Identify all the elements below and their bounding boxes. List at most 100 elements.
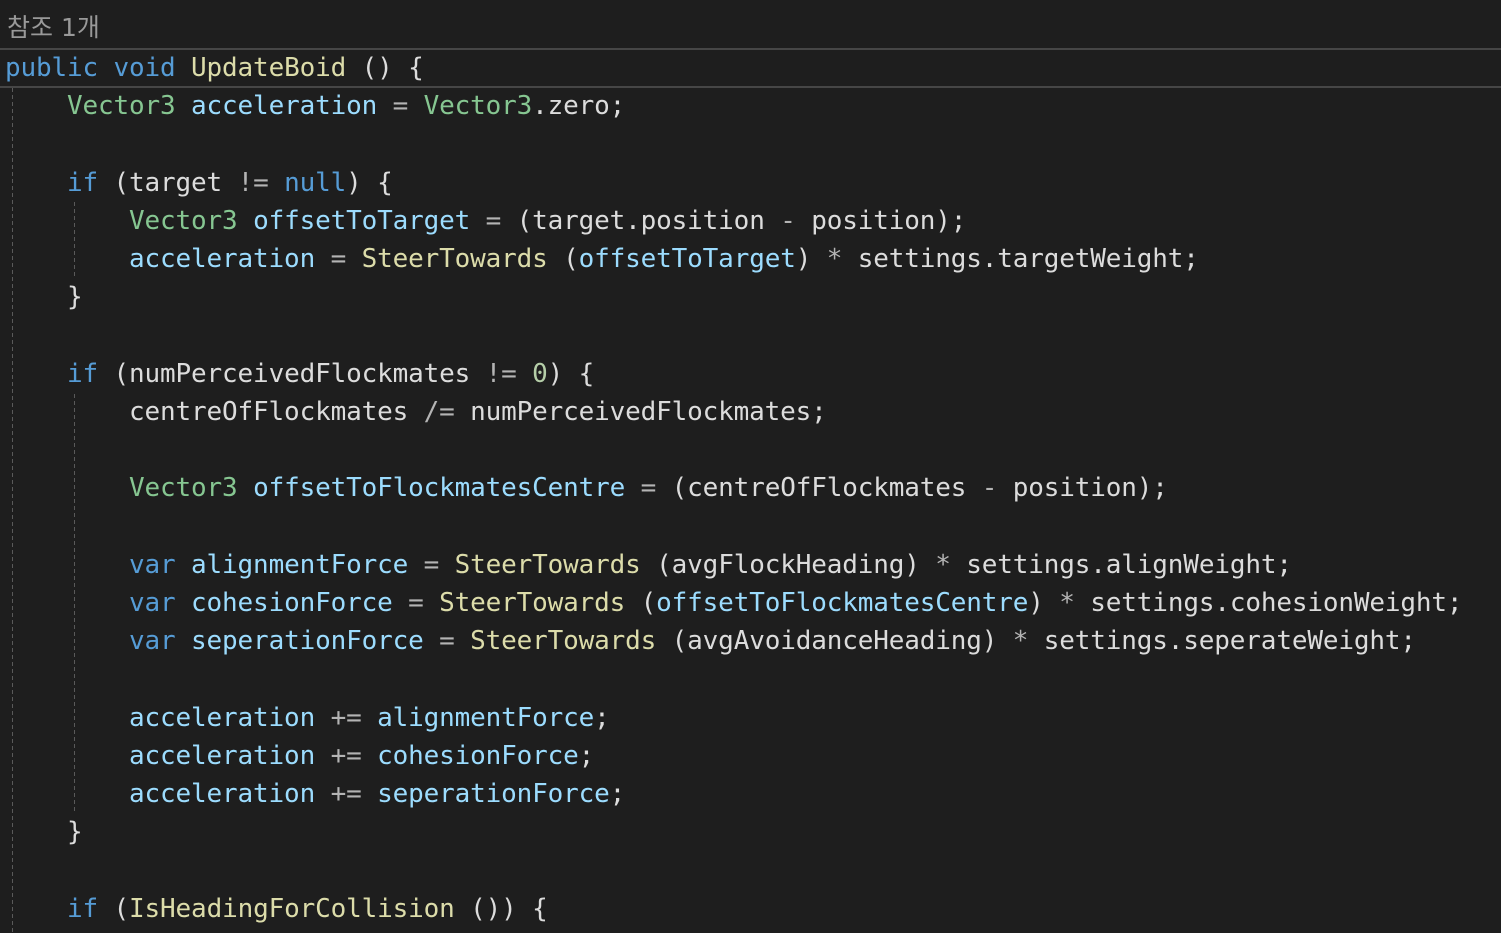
- code-token-identifier[interactable]: ;: [594, 703, 610, 733]
- code-token-type[interactable]: Vector3: [5, 91, 191, 121]
- code-token-identifier[interactable]: ) {: [346, 168, 393, 198]
- code-line[interactable]: acceleration += cohesionForce;: [5, 737, 1495, 775]
- code-line[interactable]: acceleration += seperationForce;: [5, 775, 1495, 813]
- code-token-identifier[interactable]: }: [5, 817, 83, 847]
- code-token-identifier[interactable]: (centreOfFlockmates: [672, 473, 982, 503]
- code-token-identifier[interactable]: numPerceivedFlockmates;: [470, 397, 827, 427]
- code-line[interactable]: var alignmentForce = SteerTowards (avgFl…: [5, 546, 1495, 584]
- code-editor[interactable]: 참조 1개 public void UpdateBoid () { Vector…: [0, 0, 1501, 933]
- code-token-identifier[interactable]: position);: [1013, 473, 1168, 503]
- code-line[interactable]: if (numPerceivedFlockmates != 0) {: [5, 355, 1495, 393]
- code-token-operator[interactable]: *: [827, 244, 858, 274]
- code-token-identifier[interactable]: (target.position: [517, 206, 781, 236]
- code-line-empty[interactable]: [5, 317, 1495, 355]
- code-lines[interactable]: public void UpdateBoid () { Vector3 acce…: [5, 49, 1495, 933]
- code-token-identifier[interactable]: (: [548, 244, 579, 274]
- code-token-identifier[interactable]: }: [5, 282, 83, 312]
- code-token-identifier[interactable]: centreOfFlockmates: [5, 397, 424, 427]
- code-token-local-variable[interactable]: cohesionForce: [191, 588, 408, 618]
- code-token-local-variable[interactable]: acceleration: [5, 779, 331, 809]
- code-token-identifier[interactable]: settings.targetWeight;: [858, 244, 1199, 274]
- code-token-local-variable[interactable]: seperationForce: [377, 779, 610, 809]
- code-token-method[interactable]: SteerTowards: [362, 244, 548, 274]
- code-line[interactable]: if (target != null) {: [5, 164, 1495, 202]
- code-token-operator[interactable]: /=: [424, 397, 471, 427]
- code-line[interactable]: }: [5, 278, 1495, 316]
- code-token-keyword[interactable]: if: [5, 168, 114, 198]
- code-token-local-variable[interactable]: seperationForce: [191, 626, 439, 656]
- code-token-method[interactable]: SteerTowards: [439, 588, 625, 618]
- code-line[interactable]: if (IsHeadingForCollision ()) {: [5, 890, 1495, 928]
- code-token-identifier[interactable]: (: [625, 588, 657, 618]
- code-token-number[interactable]: 0: [532, 359, 548, 389]
- code-token-identifier[interactable]: (avgFlockHeading): [641, 550, 936, 580]
- code-token-local-variable[interactable]: offsetToFlockmatesCentre: [656, 588, 1028, 618]
- code-token-keyword[interactable]: if: [5, 359, 114, 389]
- code-token-method[interactable]: UpdateBoid: [191, 53, 346, 83]
- code-token-operator[interactable]: *: [1059, 588, 1090, 618]
- code-token-operator[interactable]: !=: [486, 359, 533, 389]
- code-token-identifier[interactable]: .zero;: [532, 91, 625, 121]
- code-token-keyword[interactable]: null: [284, 168, 346, 198]
- code-token-local-variable[interactable]: alignmentForce: [377, 703, 594, 733]
- code-token-method[interactable]: SteerTowards: [455, 550, 641, 580]
- code-token-operator[interactable]: =: [331, 244, 362, 274]
- code-token-operator[interactable]: =: [439, 626, 470, 656]
- code-line-empty[interactable]: [5, 125, 1495, 163]
- code-token-local-variable[interactable]: offsetToTarget: [579, 244, 796, 274]
- code-token-identifier[interactable]: ): [1028, 588, 1059, 618]
- code-token-operator[interactable]: *: [935, 550, 966, 580]
- code-token-operator[interactable]: =: [641, 473, 672, 503]
- code-line[interactable]: acceleration += alignmentForce;: [5, 699, 1495, 737]
- code-token-method[interactable]: SteerTowards: [470, 626, 656, 656]
- code-token-identifier[interactable]: ): [796, 244, 827, 274]
- code-line-empty[interactable]: [5, 852, 1495, 890]
- code-line[interactable]: Vector3 acceleration = Vector3.zero;: [5, 87, 1495, 125]
- code-token-identifier[interactable]: ;: [610, 779, 626, 809]
- code-token-local-variable[interactable]: acceleration: [5, 741, 331, 771]
- code-token-identifier[interactable]: (target: [114, 168, 238, 198]
- code-line[interactable]: acceleration = SteerTowards (offsetToTar…: [5, 240, 1495, 278]
- code-token-keyword[interactable]: if: [5, 894, 114, 924]
- code-line-empty[interactable]: [5, 661, 1495, 699]
- code-token-operator[interactable]: !=: [238, 168, 285, 198]
- code-token-identifier[interactable]: (avgAvoidanceHeading): [656, 626, 1013, 656]
- code-token-operator[interactable]: =: [424, 550, 455, 580]
- code-token-local-variable[interactable]: offsetToFlockmatesCentre: [253, 473, 641, 503]
- code-token-keyword[interactable]: var: [5, 550, 191, 580]
- code-token-operator[interactable]: =: [393, 91, 424, 121]
- code-token-identifier[interactable]: (: [114, 894, 130, 924]
- code-token-keyword[interactable]: public void: [5, 53, 191, 83]
- code-token-identifier[interactable]: (numPerceivedFlockmates: [114, 359, 486, 389]
- code-line[interactable]: centreOfFlockmates /= numPerceivedFlockm…: [5, 393, 1495, 431]
- code-token-type[interactable]: Vector3: [5, 206, 253, 236]
- code-token-local-variable[interactable]: acceleration: [191, 91, 393, 121]
- code-line[interactable]: public void UpdateBoid () {: [5, 49, 1495, 87]
- code-token-identifier[interactable]: settings.alignWeight;: [966, 550, 1292, 580]
- code-line-empty[interactable]: [5, 431, 1495, 469]
- code-token-local-variable[interactable]: offsetToTarget: [253, 206, 486, 236]
- code-token-identifier[interactable]: position);: [811, 206, 966, 236]
- code-token-local-variable[interactable]: alignmentForce: [191, 550, 424, 580]
- code-token-local-variable[interactable]: cohesionForce: [377, 741, 579, 771]
- code-token-operator[interactable]: -: [982, 473, 1013, 503]
- code-line[interactable]: Vector3 offsetToFlockmatesCentre = (cent…: [5, 469, 1495, 507]
- code-token-identifier[interactable]: ()) {: [455, 894, 548, 924]
- code-token-method[interactable]: IsHeadingForCollision: [129, 894, 455, 924]
- code-token-identifier[interactable]: ;: [579, 741, 595, 771]
- code-token-identifier[interactable]: settings.seperateWeight;: [1044, 626, 1416, 656]
- code-token-identifier[interactable]: () {: [346, 53, 424, 83]
- code-token-identifier[interactable]: settings.cohesionWeight;: [1090, 588, 1462, 618]
- code-token-operator[interactable]: +=: [331, 779, 378, 809]
- code-token-local-variable[interactable]: acceleration: [5, 244, 331, 274]
- code-token-type[interactable]: Vector3: [5, 473, 253, 503]
- code-line[interactable]: Vector3 offsetToTarget = (target.positio…: [5, 202, 1495, 240]
- code-token-local-variable[interactable]: acceleration: [5, 703, 331, 733]
- code-token-keyword[interactable]: var: [5, 588, 191, 618]
- code-token-operator[interactable]: -: [780, 206, 811, 236]
- code-token-operator[interactable]: =: [486, 206, 517, 236]
- code-line[interactable]: }: [5, 813, 1495, 851]
- code-line[interactable]: var cohesionForce = SteerTowards (offset…: [5, 584, 1495, 622]
- code-token-keyword[interactable]: var: [5, 626, 191, 656]
- code-token-operator[interactable]: *: [1013, 626, 1044, 656]
